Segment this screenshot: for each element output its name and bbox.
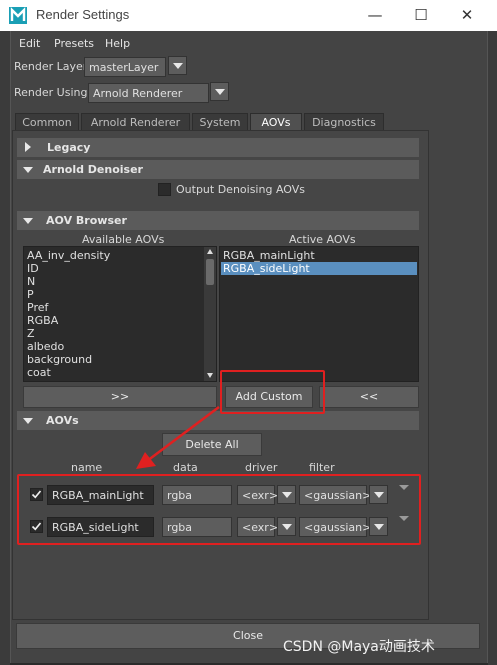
watermark-text: CSDN @Maya动画技术 <box>283 639 435 655</box>
annotation-arrow-icon <box>136 406 220 469</box>
